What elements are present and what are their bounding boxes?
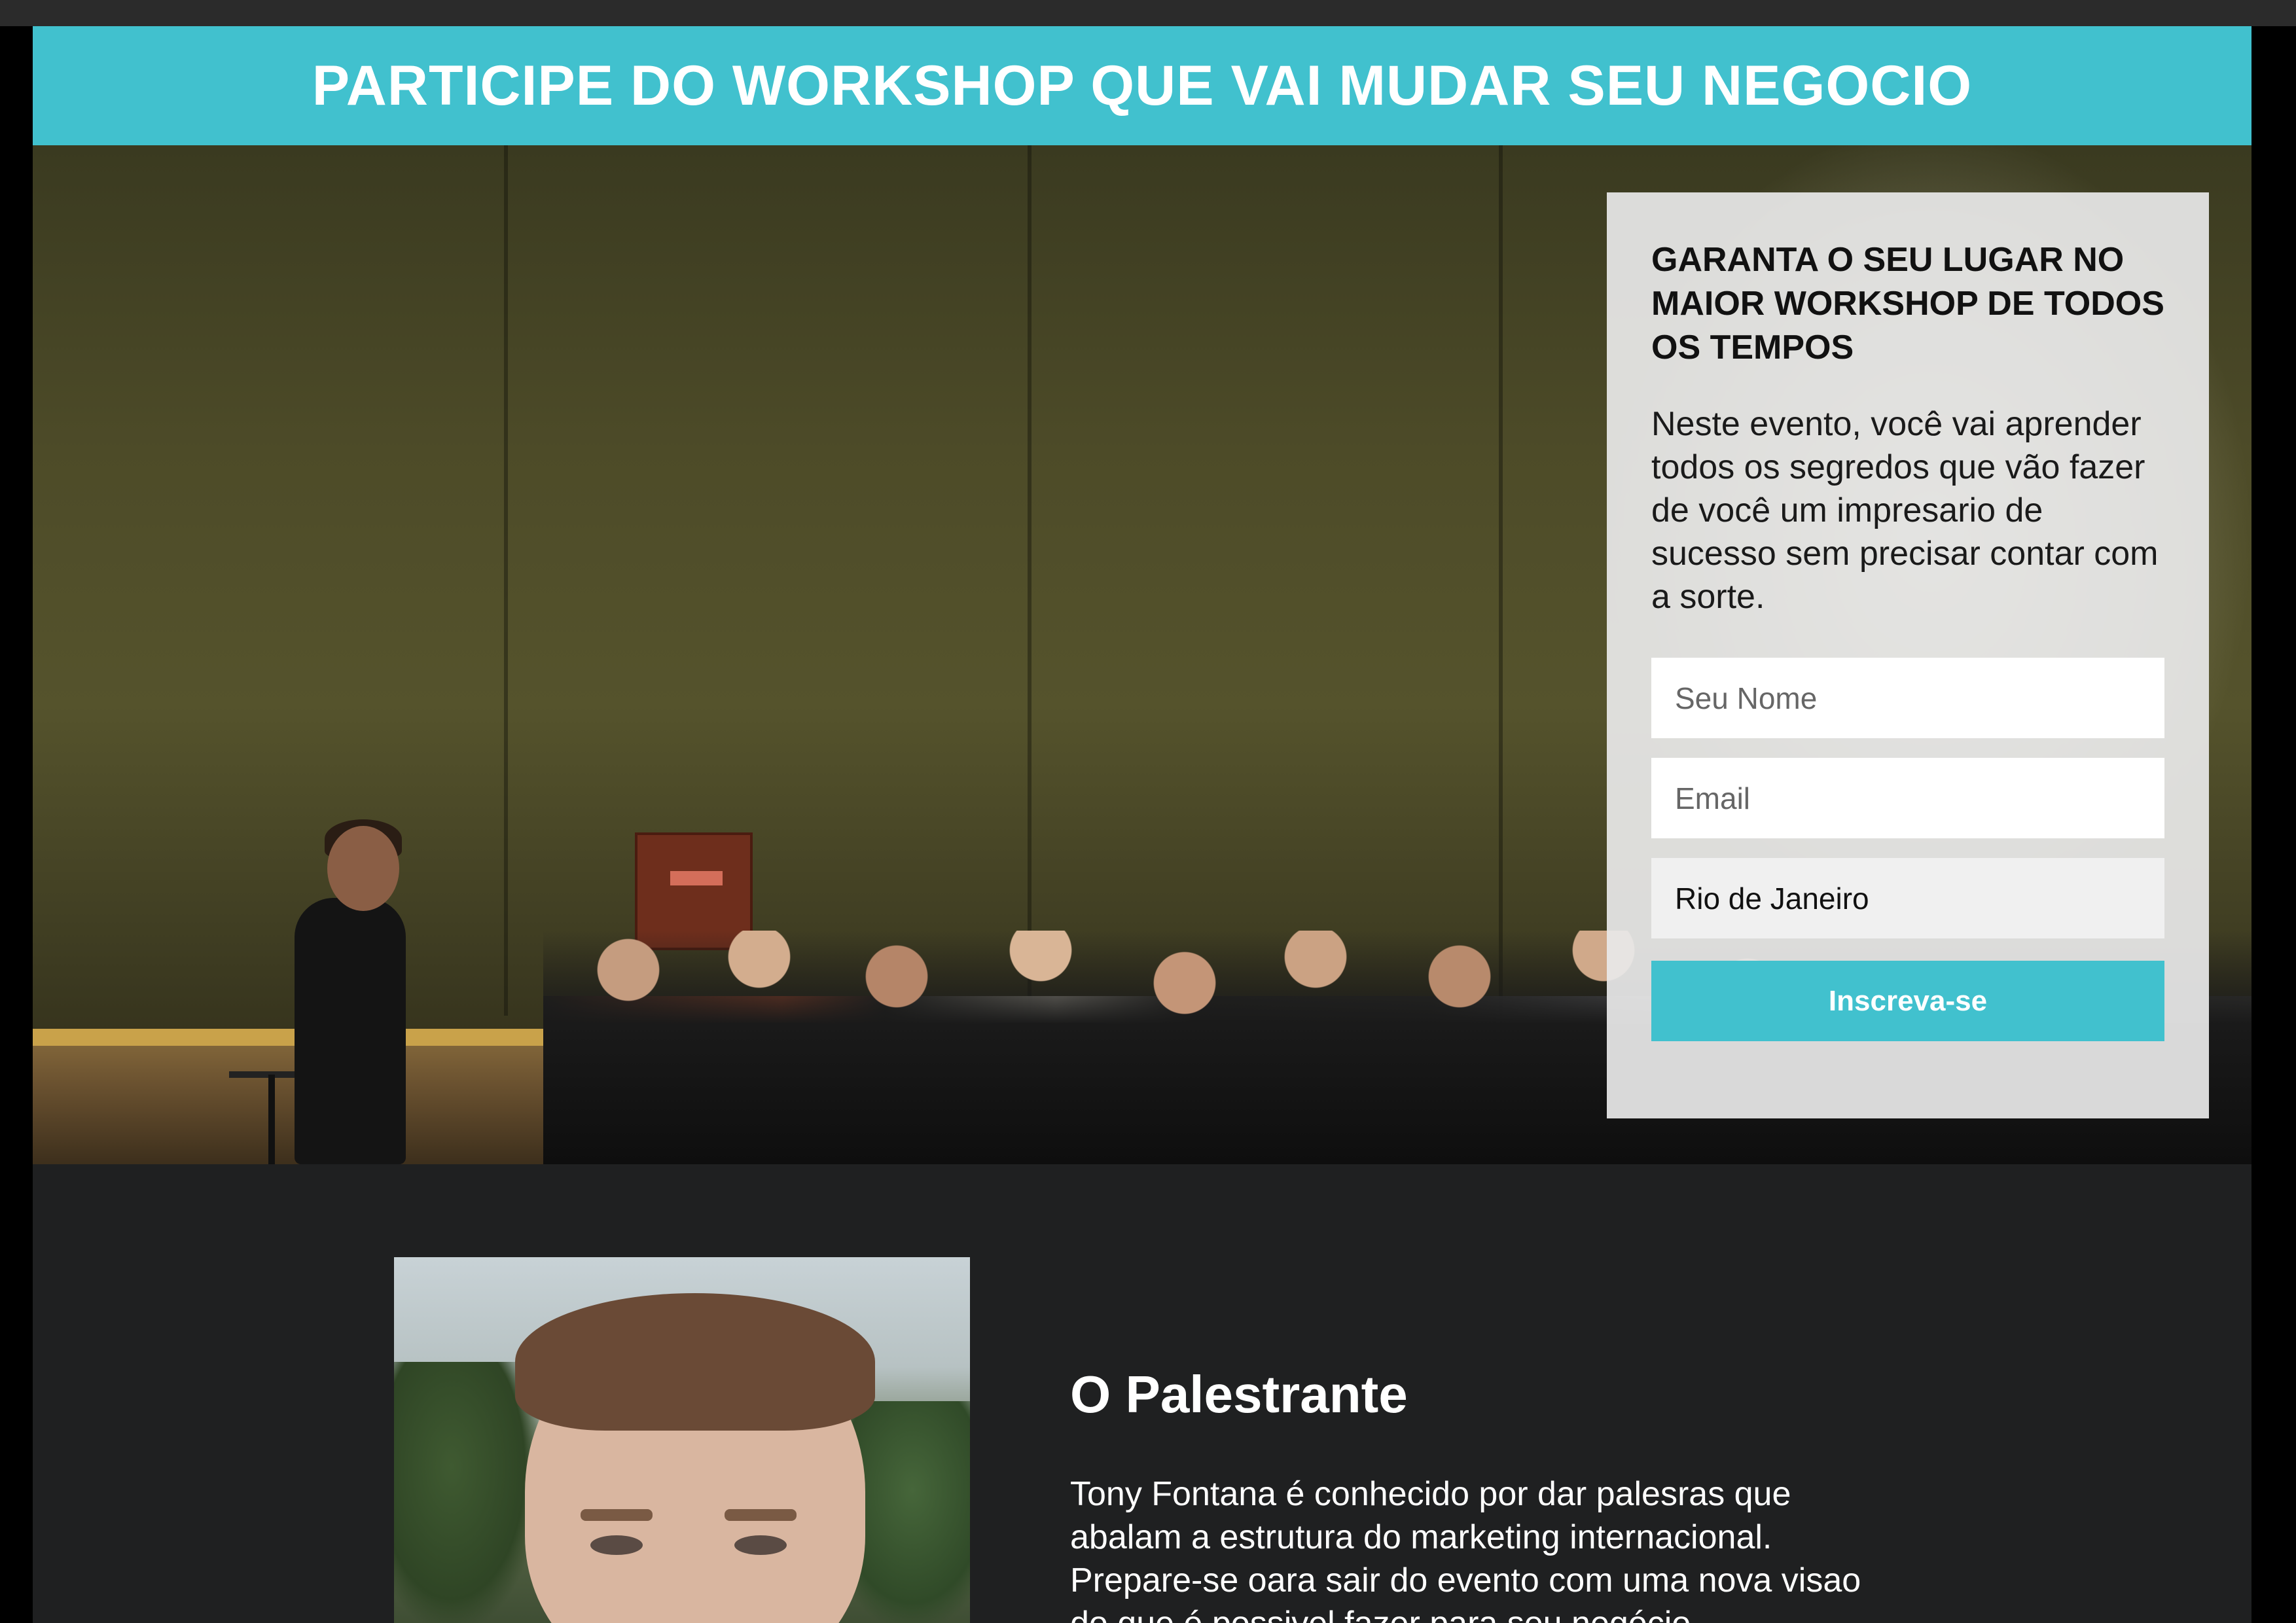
speaker-figure	[295, 898, 406, 1164]
wall-seam	[504, 145, 508, 1016]
eye	[590, 1535, 643, 1555]
signup-submit-label: Inscreva-se	[1828, 984, 1988, 1017]
eyebrow	[581, 1509, 653, 1521]
signup-title: GARANTA O SEU LUGAR NO MAIOR WORKSHOP DE…	[1651, 241, 2164, 366]
window-top-bar	[0, 0, 2296, 26]
eye	[734, 1535, 787, 1555]
eyebrow	[725, 1509, 797, 1521]
hero-image: GARANTA O SEU LUGAR NO MAIOR WORKSHOP DE…	[33, 145, 2251, 1164]
email-input-placeholder: Email	[1675, 781, 1751, 815]
speaker-head	[327, 826, 399, 911]
signup-card: GARANTA O SEU LUGAR NO MAIOR WORKSHOP DE…	[1607, 192, 2209, 1118]
speaker-photo-hair	[515, 1293, 875, 1431]
page-title: PARTICIPE DO WORKSHOP QUE VAI MUDAR SEU …	[312, 54, 1973, 117]
signup-description: Neste evento, você vai aprender todos os…	[1651, 405, 2159, 616]
name-input[interactable]: Seu Nome	[1651, 658, 2164, 738]
email-input[interactable]: Email	[1651, 758, 2164, 838]
name-input-placeholder: Seu Nome	[1675, 681, 1818, 715]
wall-seam	[1499, 145, 1503, 1016]
speaker-photo	[394, 1257, 970, 1623]
wall-seam	[1028, 145, 1031, 1016]
header-banner: PARTICIPE DO WORKSHOP QUE VAI MUDAR SEU …	[33, 26, 2251, 145]
city-input[interactable]: Rio de Janeiro	[1651, 858, 2164, 938]
landing-page: PARTICIPE DO WORKSHOP QUE VAI MUDAR SEU …	[33, 26, 2251, 1623]
side-table-leg	[268, 1075, 275, 1164]
signup-submit-button[interactable]: Inscreva-se	[1651, 961, 2164, 1041]
speaker-bio: Tony Fontana é conhecido por dar palesra…	[1070, 1475, 1861, 1623]
city-input-value: Rio de Janeiro	[1675, 881, 1869, 916]
speaker-section-title: O Palestrante	[1070, 1365, 1408, 1423]
